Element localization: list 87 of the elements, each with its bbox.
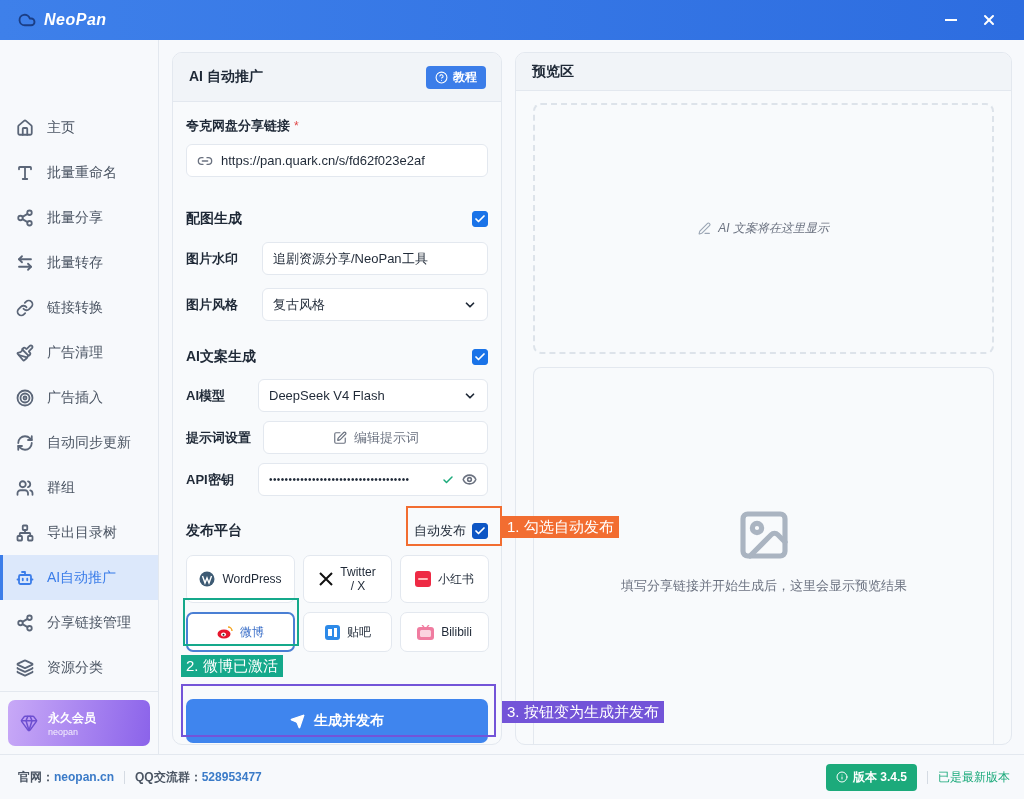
qq-group-label: QQ交流群： <box>135 768 202 786</box>
sidebar-item[interactable]: 广告清理 <box>0 330 158 375</box>
users-icon <box>15 478 35 497</box>
sidebar-item[interactable]: 批量分享 <box>0 195 158 240</box>
cloud-logo-icon <box>18 11 36 29</box>
checkbox[interactable] <box>472 523 488 539</box>
share-icon <box>15 208 35 227</box>
x-logo-icon <box>319 572 333 586</box>
platform-button[interactable]: 小红书 <box>400 555 489 603</box>
checkbox[interactable] <box>472 211 488 227</box>
link-icon <box>15 298 35 317</box>
field-label: AI模型 <box>186 386 226 405</box>
eye-icon[interactable] <box>462 472 477 487</box>
section-title: AI文案生成 <box>186 348 256 366</box>
check-icon <box>474 213 486 225</box>
annotation-label: 1. 勾选自动发布 <box>502 516 619 538</box>
platform-button[interactable]: 微博 <box>186 612 295 652</box>
brush-icon <box>15 343 35 362</box>
target-icon <box>15 388 35 407</box>
annotation-label: 2. 微博已激活 <box>181 655 283 677</box>
site-label: 官网： <box>18 768 54 786</box>
check-icon <box>474 351 486 363</box>
check-icon <box>474 525 486 537</box>
copy-output-field[interactable]: AI 文案将在这里显示 <box>533 103 994 354</box>
section-title: 发布平台 <box>186 522 242 540</box>
sidebar-item[interactable]: 导出目录树 <box>0 510 158 555</box>
hierarchy-icon <box>15 523 35 542</box>
share-icon <box>15 613 35 632</box>
version-badge: 版本 3.4.5 <box>825 763 917 791</box>
api-key-field[interactable]: •••••••••••••••••••••••••••••••••••• <box>258 463 488 496</box>
field-label: API密钥 <box>186 470 235 489</box>
close-icon <box>981 12 997 28</box>
watermark-field[interactable]: 追剧资源分享/NeoPan工具 <box>262 242 488 275</box>
style-select[interactable]: 复古风格 <box>262 288 488 321</box>
edit-icon <box>332 430 347 445</box>
bilibili-icon <box>417 624 435 640</box>
update-status: 已是最新版本 <box>938 768 1010 786</box>
help-icon <box>435 70 448 84</box>
gem-icon <box>20 714 38 732</box>
pen-icon <box>698 222 712 235</box>
platform-button[interactable]: Twitter / X <box>303 555 392 603</box>
qq-group-link[interactable]: 528953477 <box>201 770 262 784</box>
sidebar-item[interactable]: 群组 <box>0 465 158 510</box>
model-select[interactable]: DeepSeek V4 Flash <box>258 379 488 412</box>
app-title: NeoPan <box>44 11 107 29</box>
membership-username: neopan <box>48 726 79 737</box>
sidebar-item[interactable]: 批量转存 <box>0 240 158 285</box>
share-link-field[interactable]: https://pan.quark.cn/s/fd62f023e2af <box>186 144 488 177</box>
send-icon <box>290 713 305 729</box>
field-label: 图片水印 <box>186 249 239 268</box>
generate-publish-button[interactable]: 生成并发布 <box>186 699 488 743</box>
field-label: 图片风格 <box>186 295 239 314</box>
checkbox-label: 自动发布 <box>414 522 466 540</box>
minimize-icon <box>945 19 957 21</box>
tutorial-button[interactable]: 教程 <box>426 65 486 89</box>
sidebar-item[interactable]: 自动同步更新 <box>0 420 158 465</box>
site-link[interactable]: neopan.cn <box>54 770 114 784</box>
sidebar-item[interactable]: 批量重命名 <box>0 150 158 195</box>
annotation-label: 3. 按钮变为生成并发布 <box>502 701 664 723</box>
home-icon <box>15 118 35 137</box>
layers-icon <box>15 658 35 677</box>
wordpress-icon <box>199 571 216 587</box>
edit-prompt-button[interactable]: 编辑提示词 <box>263 421 488 454</box>
info-icon <box>835 771 848 783</box>
required-mark: * <box>294 119 299 133</box>
robot-icon <box>15 568 35 587</box>
xiaohongshu-icon <box>415 571 431 587</box>
panel-title: 预览区 <box>532 62 574 81</box>
section-title: 配图生成 <box>186 210 242 228</box>
weibo-icon <box>217 625 233 639</box>
sidebar-item[interactable]: 广告插入 <box>0 375 158 420</box>
sidebar-item[interactable]: 链接转换 <box>0 285 158 330</box>
tieba-icon <box>324 624 340 640</box>
transfer-icon <box>15 253 35 272</box>
sidebar-item[interactable]: 分享链接管理 <box>0 600 158 645</box>
sidebar-item[interactable]: 主页 <box>0 105 158 150</box>
field-label: 提示词设置 <box>186 428 252 447</box>
panel-title: AI 自动推广 <box>189 68 263 86</box>
sidebar-item[interactable]: 资源分类 <box>0 645 158 690</box>
platform-button[interactable]: WordPress <box>186 555 295 603</box>
membership-title: 永久会员 <box>48 709 96 727</box>
platform-button[interactable]: 贴吧 <box>303 612 392 652</box>
field-label: 夸克网盘分享链接 <box>186 118 290 133</box>
refresh-icon <box>15 433 35 452</box>
letter-icon <box>15 163 35 182</box>
checkbox[interactable] <box>472 349 488 365</box>
platform-button[interactable]: Bilibili <box>400 612 489 652</box>
